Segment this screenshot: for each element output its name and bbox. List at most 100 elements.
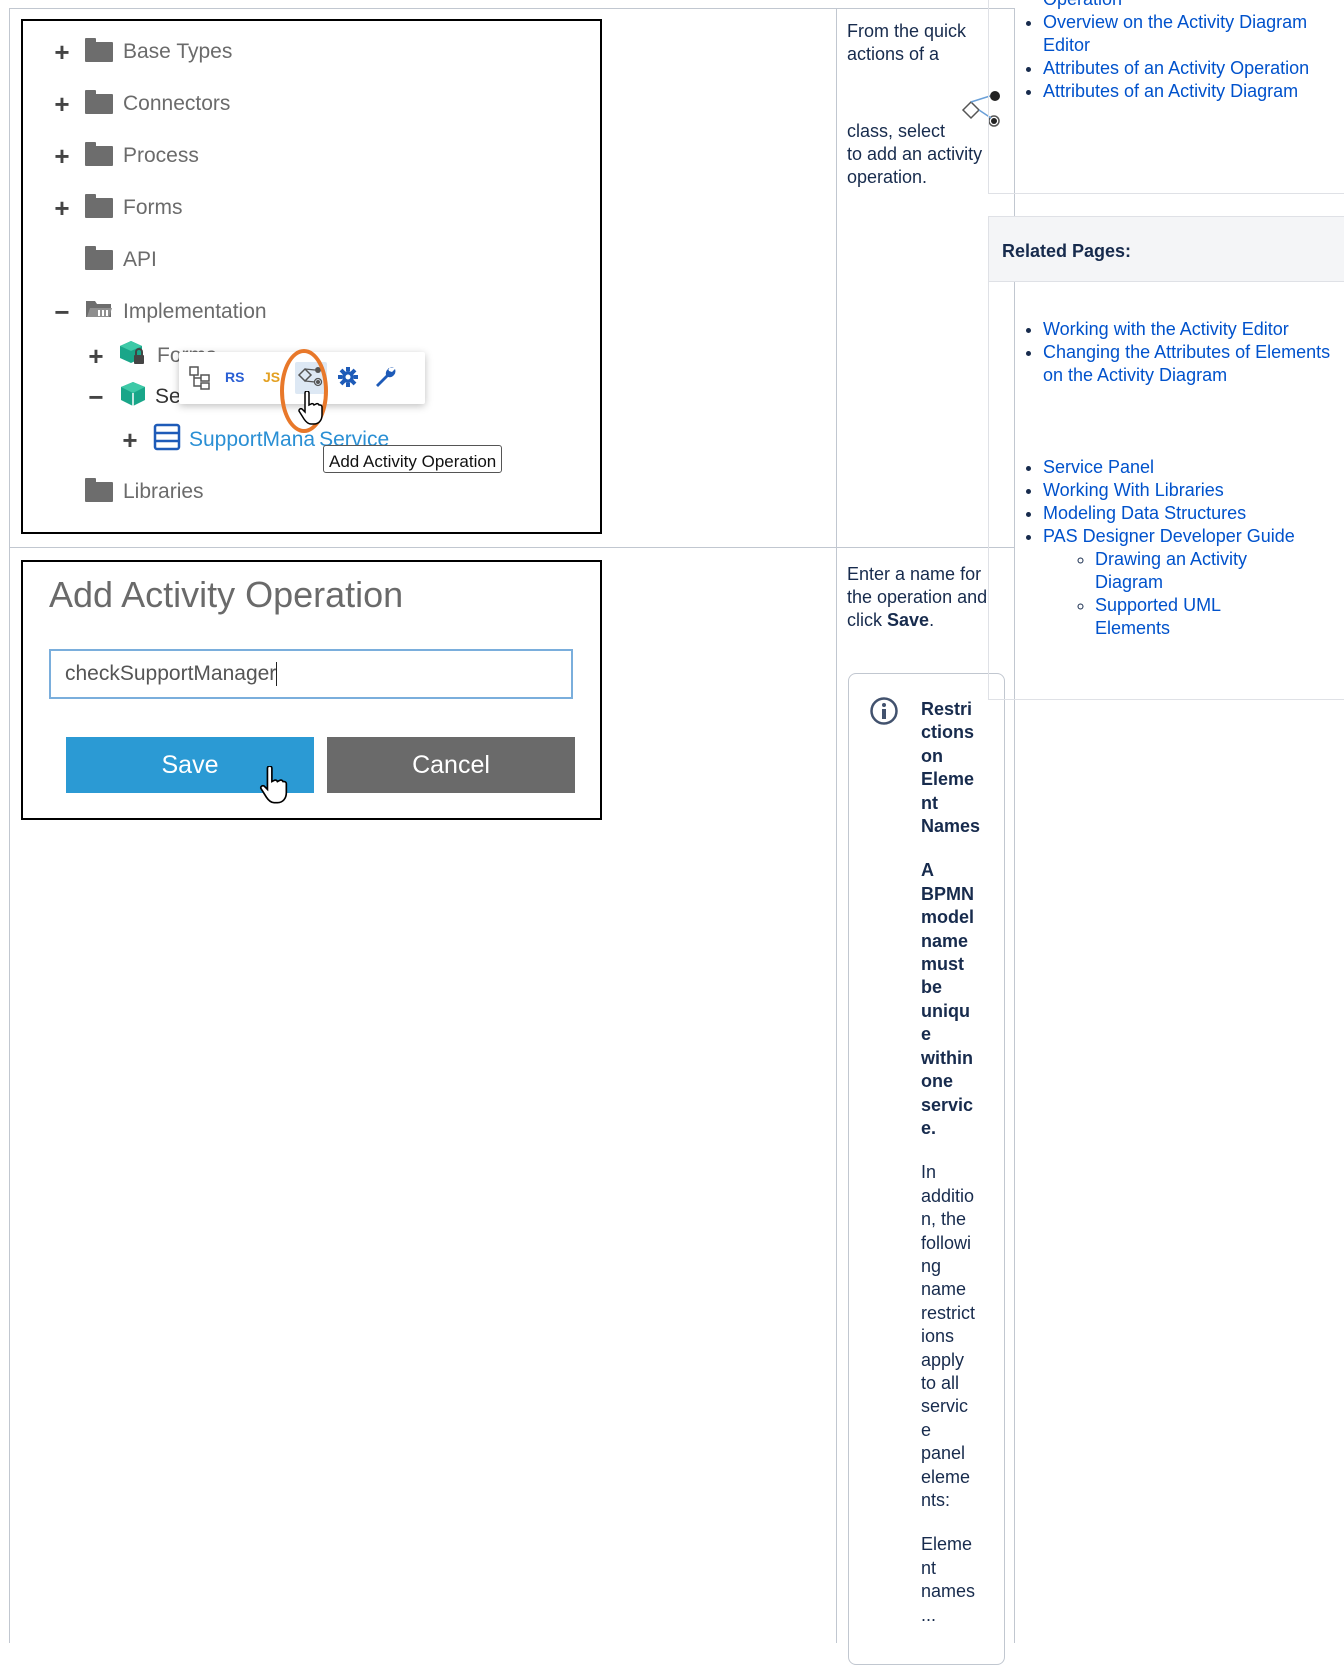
note-content: Restri ctions on Eleme nt Names A BPMN m… bbox=[921, 698, 999, 1627]
info-panel: Restri ctions on Eleme nt Names A BPMN m… bbox=[848, 673, 1005, 1665]
folder-icon bbox=[85, 194, 113, 218]
locked-package-icon bbox=[119, 340, 147, 372]
tree-item-service[interactable]: − Ser bbox=[85, 382, 188, 412]
sidebar-link[interactable]: Overview on the Activity Diagram Editor bbox=[1043, 12, 1307, 55]
open-folder-icon bbox=[85, 299, 113, 325]
related-link[interactable]: PAS Designer Developer Guide bbox=[1043, 526, 1295, 546]
tree-item-implementation[interactable]: − Implementation bbox=[51, 297, 267, 327]
tree-item-label: Libraries bbox=[123, 480, 204, 503]
collapse-icon[interactable]: − bbox=[51, 299, 73, 325]
cancel-button[interactable]: Cancel bbox=[327, 737, 575, 793]
related-link[interactable]: Working With Libraries bbox=[1043, 480, 1224, 500]
tree-item-libraries[interactable]: Libraries bbox=[51, 477, 204, 507]
note-line: names bbox=[921, 1581, 976, 1602]
tree-item-label: Connectors bbox=[123, 92, 231, 115]
table-border-left bbox=[9, 8, 10, 1643]
tree-item-base-types[interactable]: + Base Types bbox=[51, 37, 232, 67]
related-link[interactable]: Changing the Attributes of Elements on t… bbox=[1043, 342, 1330, 385]
gear-icon[interactable] bbox=[337, 366, 359, 393]
related-group-1: Working with the Activity Editor Changin… bbox=[1015, 318, 1343, 387]
class-diagram-icon[interactable] bbox=[189, 366, 211, 395]
expand-icon[interactable]: + bbox=[51, 195, 73, 221]
related-pages-panel: Working with the Activity Editor Changin… bbox=[988, 282, 1344, 700]
js-button[interactable]: JS bbox=[263, 369, 280, 385]
tooltip-text: Add Activity Operation bbox=[329, 452, 497, 471]
note-line: name bbox=[921, 1279, 967, 1300]
related-link-item[interactable]: PAS Designer Developer Guide Drawing an … bbox=[1043, 525, 1343, 640]
wrench-icon[interactable] bbox=[373, 365, 397, 394]
step2-description: Enter a name for the operation and click… bbox=[847, 563, 1007, 632]
folder-icon bbox=[85, 38, 113, 62]
tree-item-label: Base Types bbox=[123, 40, 233, 63]
step1-text-c: to add an activity operation. bbox=[847, 144, 983, 187]
note-line: n, the bbox=[921, 1209, 967, 1230]
step1-description: From the quick actions of a class, selec… bbox=[847, 20, 1007, 189]
sidebar-link-item[interactable]: Overview on the Activity Diagram Editor bbox=[1043, 11, 1343, 57]
related-subitem[interactable]: Supported UML Elements bbox=[1095, 594, 1285, 640]
related-link-item[interactable]: Working With Libraries bbox=[1043, 479, 1343, 502]
expand-icon[interactable]: + bbox=[51, 143, 73, 169]
related-link-item[interactable]: Service Panel bbox=[1043, 456, 1343, 479]
note-line: Eleme bbox=[921, 1534, 973, 1555]
note-line: uniqu bbox=[921, 1000, 970, 1021]
related-sublink[interactable]: Drawing an Activity Diagram bbox=[1095, 549, 1247, 592]
note-line: additio bbox=[921, 1185, 975, 1206]
sidebar-link[interactable]: Attributes of an Activity Operation bbox=[1043, 58, 1309, 78]
note-title-line: Eleme bbox=[921, 769, 975, 790]
related-link[interactable]: Service Panel bbox=[1043, 457, 1154, 477]
note-line: followi bbox=[921, 1232, 972, 1253]
note-line: e bbox=[921, 1419, 932, 1440]
note-line: ng bbox=[921, 1255, 942, 1276]
collapse-icon[interactable]: − bbox=[85, 384, 107, 410]
note-line: e. bbox=[921, 1117, 937, 1138]
note-tail-paragraph: Eleme nt names ... bbox=[921, 1533, 999, 1627]
sidebar-link-item[interactable]: Attributes of an Activity Operation bbox=[1043, 57, 1343, 80]
related-subitems: Drawing an Activity Diagram Supported UM… bbox=[1043, 548, 1285, 640]
related-sublink[interactable]: Supported UML Elements bbox=[1095, 595, 1220, 638]
tree-item-api[interactable]: API bbox=[51, 245, 157, 275]
sidebar-link[interactable]: Operation bbox=[1043, 0, 1122, 9]
expand-icon[interactable]: + bbox=[51, 39, 73, 65]
related-link-item[interactable]: Working with the Activity Editor bbox=[1043, 318, 1343, 341]
note-line: restrict bbox=[921, 1302, 975, 1323]
note-line: model bbox=[921, 907, 975, 928]
related-link[interactable]: Modeling Data Structures bbox=[1043, 503, 1246, 523]
related-link-item[interactable]: Changing the Attributes of Elements on t… bbox=[1043, 341, 1343, 387]
expand-icon[interactable]: + bbox=[51, 91, 73, 117]
class-icon bbox=[153, 423, 181, 457]
note-line: A bbox=[921, 860, 934, 881]
info-icon bbox=[869, 696, 899, 731]
note-title-line: Names bbox=[921, 816, 981, 837]
note-line: servic bbox=[921, 1094, 974, 1115]
sidebar-link[interactable]: Attributes of an Activity Diagram bbox=[1043, 81, 1298, 101]
note-body-paragraph: In additio n, the followi ng name restri… bbox=[921, 1161, 999, 1512]
input-value: checkSupportManager bbox=[65, 662, 277, 685]
note-title-line: nt bbox=[921, 792, 938, 813]
sidebar-link-item[interactable]: Operation bbox=[1043, 0, 1343, 11]
table-border-top bbox=[9, 8, 1015, 9]
note-line: to all bbox=[921, 1372, 960, 1393]
expand-icon[interactable]: + bbox=[85, 343, 107, 369]
note-line: In bbox=[921, 1162, 937, 1183]
tree-item-label: API bbox=[123, 248, 157, 271]
expand-icon[interactable]: + bbox=[119, 427, 141, 453]
operation-name-input[interactable]: checkSupportManager bbox=[49, 649, 573, 699]
tree-item-connectors[interactable]: + Connectors bbox=[51, 89, 230, 119]
note-line: nt bbox=[921, 1557, 937, 1578]
note-line: ions bbox=[921, 1326, 955, 1347]
note-title-line: ctions bbox=[921, 722, 975, 743]
rs-button[interactable]: RS bbox=[225, 369, 244, 385]
sidebar-link-item[interactable]: Attributes of an Activity Diagram bbox=[1043, 80, 1343, 103]
related-link[interactable]: Working with the Activity Editor bbox=[1043, 319, 1289, 339]
tree-item-process[interactable]: + Process bbox=[51, 141, 199, 171]
tree-item-label: Implementation bbox=[123, 300, 267, 323]
tree-item-forms[interactable]: + Forms bbox=[51, 193, 183, 223]
dialog-screenshot: Add Activity Operation checkSupportManag… bbox=[21, 560, 602, 820]
note-line: servic bbox=[921, 1396, 969, 1417]
note-line: apply bbox=[921, 1349, 965, 1370]
related-subitem[interactable]: Drawing an Activity Diagram bbox=[1095, 548, 1285, 594]
related-link-item[interactable]: Modeling Data Structures bbox=[1043, 502, 1343, 525]
step1-text-a: From the quick actions of a bbox=[847, 21, 967, 64]
package-icon bbox=[119, 381, 147, 413]
cancel-label: Cancel bbox=[412, 751, 490, 779]
